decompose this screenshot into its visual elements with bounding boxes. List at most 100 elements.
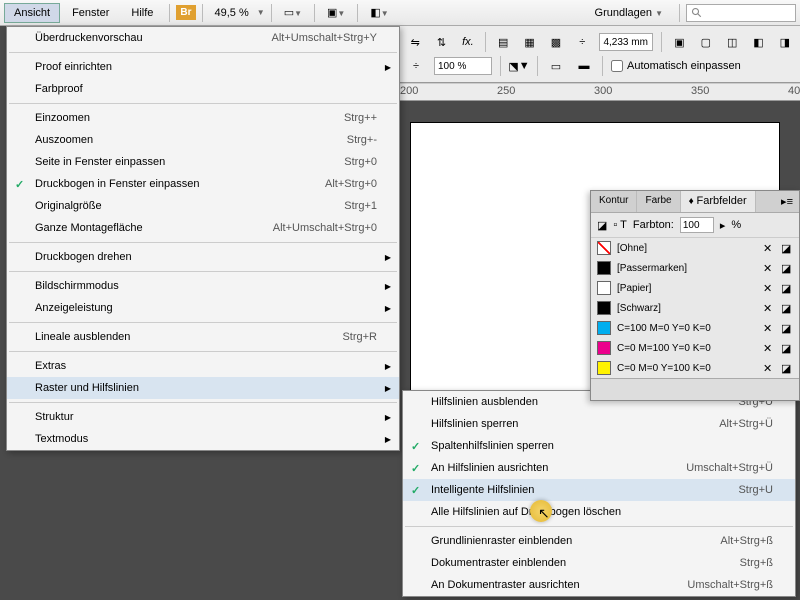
swatch-row[interactable]: C=100 M=0 Y=0 K=0✕◪ xyxy=(591,318,799,338)
menu-item[interactable]: Proof einrichten ▶ xyxy=(7,56,399,78)
horizontal-ruler: 200250300350400 xyxy=(400,83,800,101)
menu-item[interactable]: Struktur▶ xyxy=(7,406,399,428)
menu-item[interactable]: ✓Intelligente HilfslinienStrg+U xyxy=(403,479,795,501)
menu-item[interactable]: Hilfslinien sperrenAlt+Strg+Ü xyxy=(403,413,795,435)
menu-item-label: Bildschirmmodus xyxy=(35,280,377,292)
menu-fenster[interactable]: Fenster xyxy=(62,3,119,23)
wrap-b2-icon[interactable]: ▬ xyxy=(574,56,594,76)
object-text-icon[interactable]: ▫ T xyxy=(613,219,626,231)
screen-mode-icon[interactable]: ▣▼ xyxy=(321,4,351,21)
menu-item[interactable]: Grundlinienraster einblendenAlt+Strg+ß xyxy=(403,530,795,552)
search-input[interactable] xyxy=(686,4,796,22)
menubar: Ansicht Fenster Hilfe Br 49,5 %▼ ▭▼ ▣▼ ◧… xyxy=(0,0,800,26)
workspace-selector[interactable]: Grundlagen ▼ xyxy=(585,7,673,19)
menu-item[interactable]: EinzoomenStrg++ xyxy=(7,107,399,129)
menu-item[interactable]: ✓An Hilfslinien ausrichtenUmschalt+Strg+… xyxy=(403,457,795,479)
swatch-row[interactable]: [Ohne]✕◪ xyxy=(591,238,799,258)
view-options-icon[interactable]: ▭▼ xyxy=(278,4,308,21)
menu-item[interactable]: Seite in Fenster einpassenStrg+0 xyxy=(7,151,399,173)
menu-item[interactable]: Anzeigeleistung▶ xyxy=(7,297,399,319)
wrap-b1-icon[interactable]: ▭ xyxy=(546,56,566,76)
wrap-stepper-icon[interactable]: ÷ xyxy=(573,32,591,52)
menu-shortcut: Umschalt+Strg+ß xyxy=(687,579,773,591)
menu-item[interactable]: ✓Druckbogen in Fenster einpassenAlt+Strg… xyxy=(7,173,399,195)
arrange-icon[interactable]: ◧▼ xyxy=(364,4,394,21)
fit-2-icon[interactable]: ▢ xyxy=(697,32,715,52)
percent-input[interactable]: 100 % xyxy=(434,57,492,75)
menu-shortcut: Strg+U xyxy=(738,484,773,496)
fit-4-icon[interactable]: ◧ xyxy=(749,32,767,52)
swatch-row[interactable]: C=0 M=100 Y=0 K=0✕◪ xyxy=(591,338,799,358)
effects-icon[interactable]: fx. xyxy=(459,32,477,52)
menu-hilfe[interactable]: Hilfe xyxy=(121,3,163,23)
panel-menu-icon[interactable]: ▸≡ xyxy=(775,191,799,212)
menu-item[interactable]: OriginalgrößeStrg+1 xyxy=(7,195,399,217)
menu-item-label: Anzeigeleistung xyxy=(35,302,377,314)
submenu-arrow-icon: ▶ xyxy=(385,362,391,371)
guides-submenu: Hilfslinien ausblendenStrg+ÜHilfslinien … xyxy=(402,390,796,597)
menu-ansicht[interactable]: Ansicht xyxy=(4,3,60,23)
menu-item-label: Grundlinienraster einblenden xyxy=(431,535,720,547)
menu-item-label: Originalgröße xyxy=(35,200,344,212)
menu-item[interactable]: Farbproof xyxy=(7,78,399,100)
menu-shortcut: Alt+Umschalt+Strg+Y xyxy=(272,32,377,44)
menu-item[interactable]: AuszoomenStrg+- xyxy=(7,129,399,151)
flip-v-icon[interactable]: ⇅ xyxy=(432,32,450,52)
menu-item-label: An Hilfslinien ausrichten xyxy=(431,462,686,474)
menu-item[interactable]: Raster und Hilfslinien▶ xyxy=(7,377,399,399)
fit-1-icon[interactable]: ▣ xyxy=(670,32,688,52)
swatch-lock-icon: ✕ xyxy=(763,302,775,314)
menu-item[interactable]: Lineale ausblendenStrg+R xyxy=(7,326,399,348)
menu-shortcut: Strg+1 xyxy=(344,200,377,212)
zoom-level[interactable]: 49,5 % xyxy=(209,7,255,19)
corner-icon[interactable]: ⬔ ▼ xyxy=(509,56,529,76)
bridge-button[interactable]: Br xyxy=(176,5,195,20)
autofit-checkbox[interactable]: Automatisch einpassen xyxy=(611,60,741,72)
menu-item[interactable]: Alle Hilfslinien auf Druckbogen löschen xyxy=(403,501,795,523)
menu-item[interactable]: ✓Spaltenhilfslinien sperren xyxy=(403,435,795,457)
menu-item-label: Alle Hilfslinien auf Druckbogen löschen xyxy=(431,506,773,518)
swatch-type-icon: ◪ xyxy=(781,242,793,254)
menu-item-label: Proof einrichten xyxy=(35,61,377,73)
swatch-row[interactable]: [Schwarz]✕◪ xyxy=(591,298,799,318)
swatches-panel: Kontur Farbe ♦ Farbfelder ▸≡ ◪ ▫ T Farbt… xyxy=(590,190,800,401)
chevron-down-icon[interactable]: ▼ xyxy=(257,8,265,17)
fit-5-icon[interactable]: ◨ xyxy=(776,32,794,52)
menu-item[interactable]: Dokumentraster einblendenStrg+ß xyxy=(403,552,795,574)
menu-item-label: Druckbogen in Fenster einpassen xyxy=(35,178,325,190)
swatch-row[interactable]: [Passermarken]✕◪ xyxy=(591,258,799,278)
wrap-2-icon[interactable]: ▦ xyxy=(520,32,538,52)
menu-item[interactable]: Ganze MontageflächeAlt+Umschalt+Strg+0 xyxy=(7,217,399,239)
swatch-name: [Schwarz] xyxy=(617,303,757,314)
submenu-arrow-icon: ▶ xyxy=(385,63,391,72)
pct-stepper-icon[interactable]: ÷ xyxy=(406,56,426,76)
swatch-name: C=0 M=0 Y=100 K=0 xyxy=(617,363,757,374)
menu-item[interactable]: Druckbogen drehen▶ xyxy=(7,246,399,268)
tint-slider-icon[interactable]: ▸ xyxy=(720,219,726,232)
swatch-lock-icon: ✕ xyxy=(763,242,775,254)
submenu-arrow-icon: ▶ xyxy=(385,384,391,393)
wrap-offset-input[interactable]: 4,233 mm xyxy=(599,33,653,51)
fit-3-icon[interactable]: ◫ xyxy=(723,32,741,52)
menu-item[interactable]: Bildschirmmodus▶ xyxy=(7,275,399,297)
swatch-lock-icon: ✕ xyxy=(763,282,775,294)
swatch-row[interactable]: C=0 M=0 Y=100 K=0✕◪ xyxy=(591,358,799,378)
swatch-color xyxy=(597,281,611,295)
tab-kontur[interactable]: Kontur xyxy=(591,191,637,212)
menu-item[interactable]: ÜberdruckenvorschauAlt+Umschalt+Strg+Y xyxy=(7,27,399,49)
menu-item[interactable]: Textmodus▶ xyxy=(7,428,399,450)
menu-shortcut: Strg+ß xyxy=(740,557,773,569)
fill-stroke-icon[interactable]: ◪ xyxy=(597,219,607,232)
tab-farbe[interactable]: Farbe xyxy=(637,191,680,212)
menu-shortcut: Alt+Umschalt+Strg+0 xyxy=(273,222,377,234)
menu-item[interactable]: An Dokumentraster ausrichtenUmschalt+Str… xyxy=(403,574,795,596)
tint-input[interactable] xyxy=(680,217,714,233)
swatch-lock-icon: ✕ xyxy=(763,322,775,334)
swatch-row[interactable]: [Papier]✕◪ xyxy=(591,278,799,298)
tab-farbfelder[interactable]: ♦ Farbfelder xyxy=(681,191,756,212)
swatch-lock-icon: ✕ xyxy=(763,362,775,374)
wrap-1-icon[interactable]: ▤ xyxy=(494,32,512,52)
wrap-3-icon[interactable]: ▩ xyxy=(547,32,565,52)
menu-item[interactable]: Extras▶ xyxy=(7,355,399,377)
flip-h-icon[interactable]: ⇋ xyxy=(406,32,424,52)
